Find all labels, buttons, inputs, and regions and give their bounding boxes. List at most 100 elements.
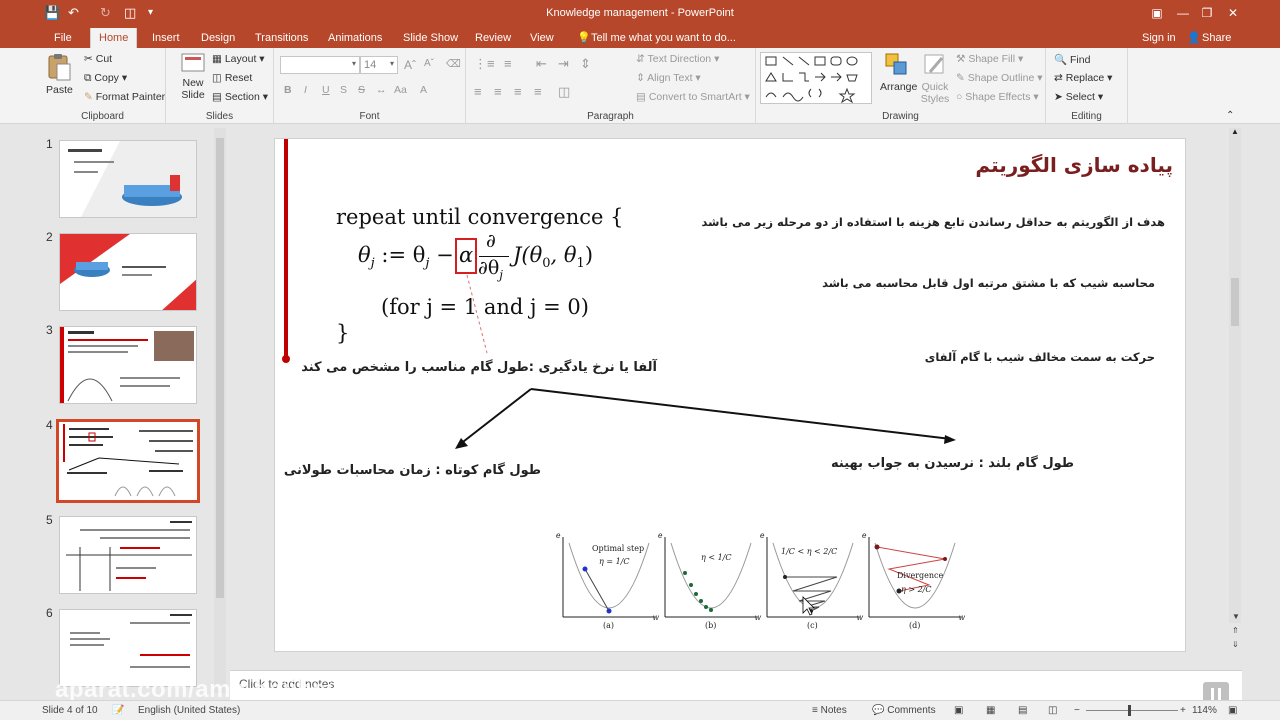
slide-canvas[interactable]: پیاده سازی الگوریتم repeat until converg… <box>274 138 1186 652</box>
paragraph-group: ⋮≡ ≡ ⇤ ⇥ ⇕ ≡ ≡ ≡ ≡ ◫ ⇵ Text Direction ▾ … <box>466 48 756 124</box>
text-direction-button[interactable]: ⇵ Text Direction ▾ <box>636 53 719 65</box>
format-painter-button[interactable]: ✎ Format Painter <box>84 91 165 103</box>
zoom-slider-thumb[interactable] <box>1128 705 1131 716</box>
shape-effects-button[interactable]: ○ Shape Effects ▾ <box>956 91 1039 103</box>
notes-toggle[interactable]: ≡ Notes <box>812 705 847 716</box>
strikethrough-button[interactable]: S <box>358 84 365 96</box>
tell-me-input[interactable]: Tell me what you want to do... <box>591 28 736 48</box>
previous-slide-icon[interactable]: ⇑ <box>1232 626 1239 635</box>
convert-smartart-button[interactable]: ▤ Convert to SmartArt ▾ <box>636 91 750 103</box>
shape-outline-button[interactable]: ✎ Shape Outline ▾ <box>956 72 1043 84</box>
thumbnail-number: 4 <box>46 418 53 432</box>
notes-pane[interactable]: Click to add notes <box>230 670 1242 700</box>
clear-format-icon[interactable]: ⌫ <box>446 58 461 70</box>
scroll-up-icon[interactable]: ▲ <box>1231 127 1239 136</box>
justify-icon[interactable]: ≡ <box>534 84 542 99</box>
slide-scroll-thumb[interactable] <box>1231 278 1239 326</box>
slide-scrollbar[interactable]: ▲ <box>1229 127 1241 623</box>
new-slide-button[interactable]: New Slide <box>176 52 210 102</box>
sign-in-link[interactable]: Sign in <box>1142 28 1176 48</box>
collapse-ribbon-icon[interactable]: ⌃ <box>1226 110 1234 121</box>
fit-to-window-icon[interactable]: ▣ <box>1228 705 1237 716</box>
effects-icon: ○ <box>956 91 963 103</box>
align-text-button[interactable]: ⇕ Align Text ▾ <box>636 72 701 84</box>
tab-file[interactable]: File <box>46 28 80 48</box>
normal-view-icon[interactable]: ▣ <box>954 705 963 716</box>
bullet-move[interactable]: حرکت به سمت مخالف شیب با گام آلفای <box>925 350 1155 364</box>
numbering-icon[interactable]: ≡ <box>504 56 512 71</box>
replace-button[interactable]: ⇄ Replace ▾ <box>1054 72 1112 84</box>
shadow-button[interactable]: S <box>340 84 347 96</box>
bullet-gradient[interactable]: محاسبه شیب که با مشتق مرتبه اول قابل محا… <box>822 276 1155 290</box>
cut-button[interactable]: ✂ Cut <box>84 53 112 65</box>
reading-view-icon[interactable]: ▤ <box>1018 705 1027 716</box>
zoom-level[interactable]: 114% <box>1192 705 1217 716</box>
thumbnails-scrollbar[interactable] <box>214 128 226 693</box>
share-button[interactable]: Share <box>1202 28 1231 48</box>
alpha-note[interactable]: آلفا یا نرخ یادگیری :طول گام مناسب را مش… <box>301 360 657 375</box>
plot-d-label: Divergence <box>897 571 944 580</box>
spelling-icon[interactable]: 📝 <box>112 705 124 716</box>
section-button[interactable]: ▤ Section ▾ <box>212 91 268 103</box>
reset-button[interactable]: ◫ Reset <box>212 72 252 84</box>
zoom-in-icon[interactable]: + <box>1180 705 1186 716</box>
tab-view[interactable]: View <box>522 28 562 48</box>
shape-fill-button[interactable]: ⚒ Shape Fill ▾ <box>956 53 1023 65</box>
tab-review[interactable]: Review <box>467 28 519 48</box>
zoom-slider[interactable] <box>1086 710 1178 711</box>
quick-styles-button[interactable]: Quick Styles <box>918 52 952 105</box>
comments-toggle[interactable]: 💬 Comments <box>872 705 936 716</box>
shapes-gallery[interactable] <box>760 52 872 104</box>
line-spacing-icon[interactable]: ⇕ <box>580 56 591 72</box>
close-button[interactable]: ✕ <box>1222 3 1244 23</box>
slide-thumbnail-3[interactable] <box>59 326 197 404</box>
find-button[interactable]: 🔍 Find <box>1054 53 1090 66</box>
ribbon-display-options-icon[interactable]: ▣ <box>1146 3 1168 23</box>
next-slide-icon[interactable]: ⇓ <box>1232 640 1239 649</box>
short-step-label[interactable]: طول گام کوتاه : زمان محاسبات طولانی <box>284 463 541 478</box>
underline-button[interactable]: U <box>322 84 330 96</box>
bold-button[interactable]: B <box>284 84 292 96</box>
italic-button[interactable]: I <box>304 84 307 96</box>
grow-font-icon[interactable]: Aˆ <box>404 58 416 72</box>
char-spacing-icon[interactable]: ↔ <box>376 84 387 96</box>
align-right-icon[interactable]: ≡ <box>514 84 522 99</box>
copy-button[interactable]: ⧉ Copy ▾ <box>84 72 127 85</box>
tab-animations[interactable]: Animations <box>320 28 390 48</box>
long-step-label[interactable]: طول گام بلند : نرسیدن به جواب بهینه <box>831 456 1074 471</box>
tab-slide-show[interactable]: Slide Show <box>395 28 466 48</box>
increase-indent-icon[interactable]: ⇥ <box>558 56 569 72</box>
shrink-font-icon[interactable]: Aˇ <box>424 58 434 69</box>
decrease-indent-icon[interactable]: ⇤ <box>536 56 547 72</box>
tab-home[interactable]: Home <box>90 28 138 48</box>
align-center-icon[interactable]: ≡ <box>494 84 502 99</box>
restore-button[interactable]: ❐ <box>1196 3 1218 23</box>
bullet-goal[interactable]: هدف از الگوریتم به حداقل رساندن تابع هزی… <box>702 215 1165 229</box>
tab-insert[interactable]: Insert <box>144 28 188 48</box>
scroll-down-icon[interactable]: ▼ <box>1232 612 1240 621</box>
select-button[interactable]: ➤ Select ▾ <box>1054 91 1103 103</box>
slide-thumbnail-1[interactable] <box>59 140 197 218</box>
font-name-box[interactable]: ▾ <box>280 56 360 74</box>
slide-thumbnail-2[interactable] <box>59 233 197 311</box>
columns-icon[interactable]: ◫ <box>558 84 570 100</box>
font-size-box[interactable]: 14 ▾ <box>360 56 398 74</box>
change-case-icon[interactable]: Aa <box>394 84 407 96</box>
arrange-button[interactable]: Arrange <box>880 52 917 93</box>
language-indicator[interactable]: English (United States) <box>138 705 240 716</box>
slide-sorter-icon[interactable]: ▦ <box>986 705 995 716</box>
slideshow-view-icon[interactable]: ◫ <box>1048 705 1057 716</box>
slide-thumbnail-4[interactable] <box>56 419 200 503</box>
align-left-icon[interactable]: ≡ <box>474 84 482 99</box>
font-color-icon[interactable]: A <box>420 84 427 96</box>
slide-thumbnail-5[interactable] <box>59 516 197 594</box>
paste-button[interactable]: Paste <box>46 52 76 98</box>
tab-design[interactable]: Design <box>193 28 243 48</box>
bullets-icon[interactable]: ⋮≡ <box>474 56 495 72</box>
layout-button[interactable]: ▦ Layout ▾ <box>212 53 265 65</box>
tab-transitions[interactable]: Transitions <box>247 28 316 48</box>
thumbnails-scroll-thumb[interactable] <box>216 138 224 598</box>
minimize-button[interactable]: — <box>1172 3 1194 23</box>
brush-icon: ✎ <box>84 91 93 103</box>
zoom-out-icon[interactable]: − <box>1074 705 1080 716</box>
